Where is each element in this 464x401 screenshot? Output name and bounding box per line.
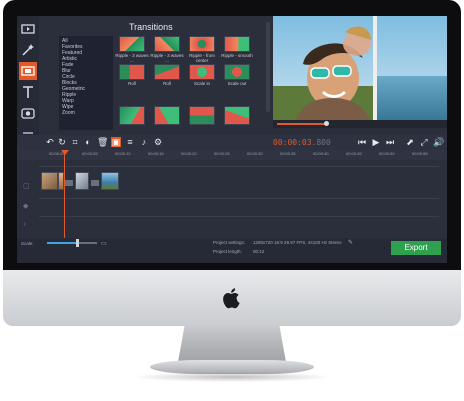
category-item[interactable]: Zoom xyxy=(62,110,75,116)
ruler-tick: 00:00:40 xyxy=(313,151,329,156)
video-track-icon: ▢ xyxy=(23,183,30,190)
transition-thumbnail[interactable] xyxy=(224,106,250,125)
transition-marker-icon[interactable] xyxy=(91,180,99,186)
app-screen: Transitions All Favorites Featured Artis… xyxy=(17,16,447,263)
transition-label: Scale out xyxy=(227,81,247,86)
transition-label: Ripple - smooth xyxy=(221,53,253,58)
editing-toolbar: ↶ ↻ ⌗ ◐ 🗑 ▣ ≡ ♪ ⚙ ⏮ ▶ ⏭ ⬈ ⤢ 🔊 xyxy=(17,135,447,150)
preview-progress[interactable] xyxy=(273,120,447,128)
scale-slider-knob[interactable] xyxy=(76,239,79,247)
edit-settings-icon[interactable]: ✎ xyxy=(348,239,353,246)
category-list[interactable]: All Favorites Featured Artistic Fade Blu… xyxy=(59,36,113,130)
audio-icon[interactable]: ≡ xyxy=(125,137,135,147)
ruler-tick: 00:00:15 xyxy=(148,151,164,156)
project-settings-label: Project settings: xyxy=(213,240,246,245)
undo-icon[interactable]: ↶ xyxy=(45,137,55,147)
scale-slider[interactable] xyxy=(47,239,97,247)
transition-thumbnail[interactable] xyxy=(154,64,180,80)
transition-thumbnail[interactable] xyxy=(154,36,180,52)
ruler-tick: 00:00:45 xyxy=(346,151,362,156)
music-track-icon: ♪ xyxy=(23,221,27,228)
preview-image xyxy=(273,16,447,128)
ruler-tick: 00:00:10 xyxy=(115,151,131,156)
playhead-handle[interactable] xyxy=(61,150,69,155)
settings-icon[interactable]: ⚙ xyxy=(153,137,163,147)
volume-icon[interactable]: 🔊 xyxy=(433,137,444,147)
project-settings-value: 1280x720 16:9 29.97 FPS, 44100 Hz Stereo xyxy=(253,240,342,245)
track-divider xyxy=(39,216,439,217)
preview-progress-fill xyxy=(277,123,326,125)
transition-label: Ripple - 3 waves ... xyxy=(150,53,184,63)
color-adjust-icon[interactable]: ◐ xyxy=(83,137,93,147)
zoom-icon[interactable]: ▭ xyxy=(101,240,107,247)
transition-label: Roll xyxy=(163,81,171,86)
transition-thumbnail[interactable] xyxy=(119,64,145,80)
delete-icon[interactable]: 🗑 xyxy=(97,137,108,147)
skip-back-icon[interactable]: ⏮ xyxy=(357,137,367,147)
transition-thumbnail[interactable] xyxy=(119,106,145,125)
video-clip[interactable] xyxy=(101,172,119,190)
play-icon[interactable]: ▶ xyxy=(371,137,381,147)
track-divider xyxy=(39,198,439,199)
timecode-current: 00:00:03 xyxy=(273,138,312,147)
ruler-tick: 00:00:30 xyxy=(247,151,263,156)
project-length-value: 00:12 xyxy=(253,249,265,254)
transition-thumbnail[interactable] xyxy=(224,36,250,52)
scale-slider-fill xyxy=(47,242,77,244)
video-clip[interactable] xyxy=(75,172,89,190)
transition-thumbnail[interactable] xyxy=(224,64,250,80)
popout-icon[interactable]: ⬈ xyxy=(405,137,415,147)
project-length-label: Project length: xyxy=(213,249,242,254)
ruler-tick: 00:00:25 xyxy=(214,151,230,156)
ruler-tick: 00:00:50 xyxy=(379,151,395,156)
text-icon[interactable] xyxy=(19,83,37,101)
transition-marker-icon[interactable] xyxy=(65,180,73,186)
panel-title: Transitions xyxy=(129,22,173,32)
transition-thumbnail[interactable] xyxy=(189,64,215,80)
preview-progress-knob[interactable] xyxy=(324,121,329,126)
transitions-panel: Transitions All Favorites Featured Artis… xyxy=(39,16,271,135)
ruler-tick: 00:00:55 xyxy=(412,151,428,156)
transition-label: Roll xyxy=(128,81,136,86)
transition-label: Ripple - 3 waves ... xyxy=(115,53,149,63)
record-icon[interactable] xyxy=(19,104,37,122)
scale-label: Scale: xyxy=(21,241,34,246)
video-clip[interactable] xyxy=(41,172,58,190)
audio-track-icon: ◆ xyxy=(23,203,29,210)
apple-logo-icon xyxy=(223,288,240,309)
ruler-tick: 00:00:05 xyxy=(82,151,98,156)
panel-scrollbar[interactable] xyxy=(266,22,270,112)
track-divider xyxy=(39,166,439,167)
skip-forward-icon[interactable]: ⏭ xyxy=(385,137,395,147)
magic-wand-icon[interactable] xyxy=(19,41,37,59)
transition-thumbnail[interactable] xyxy=(119,36,145,52)
ruler-tick: 00:00:20 xyxy=(181,151,197,156)
redo-icon[interactable]: ↻ xyxy=(57,137,67,147)
transition-label: Scale in xyxy=(193,81,210,86)
export-button[interactable]: Export xyxy=(391,241,441,255)
timecode: 00:00:03.800 xyxy=(273,138,331,147)
transition-icon[interactable] xyxy=(19,62,37,80)
video-preview[interactable] xyxy=(273,16,447,128)
imac-stand-neck xyxy=(178,326,286,362)
crop-icon[interactable]: ⌗ xyxy=(70,137,80,147)
timeline-ruler[interactable]: 00:00:00 00:00:05 00:00:10 00:00:15 00:0… xyxy=(17,150,447,160)
ruler-tick: 00:00:35 xyxy=(280,151,296,156)
transition-thumbnail[interactable] xyxy=(189,106,215,125)
transition-label: Ripple - from center xyxy=(189,53,215,63)
stand-shadow xyxy=(130,372,334,382)
mic-icon[interactable]: ♪ xyxy=(139,137,149,147)
timecode-frames: .800 xyxy=(311,138,331,147)
image-icon[interactable]: ▣ xyxy=(111,137,121,147)
transition-thumbnail[interactable] xyxy=(189,36,215,52)
fullscreen-icon[interactable]: ⤢ xyxy=(419,137,429,147)
playhead[interactable] xyxy=(64,150,65,244)
video-icon[interactable] xyxy=(19,20,37,38)
transition-thumbnail[interactable] xyxy=(154,106,180,125)
